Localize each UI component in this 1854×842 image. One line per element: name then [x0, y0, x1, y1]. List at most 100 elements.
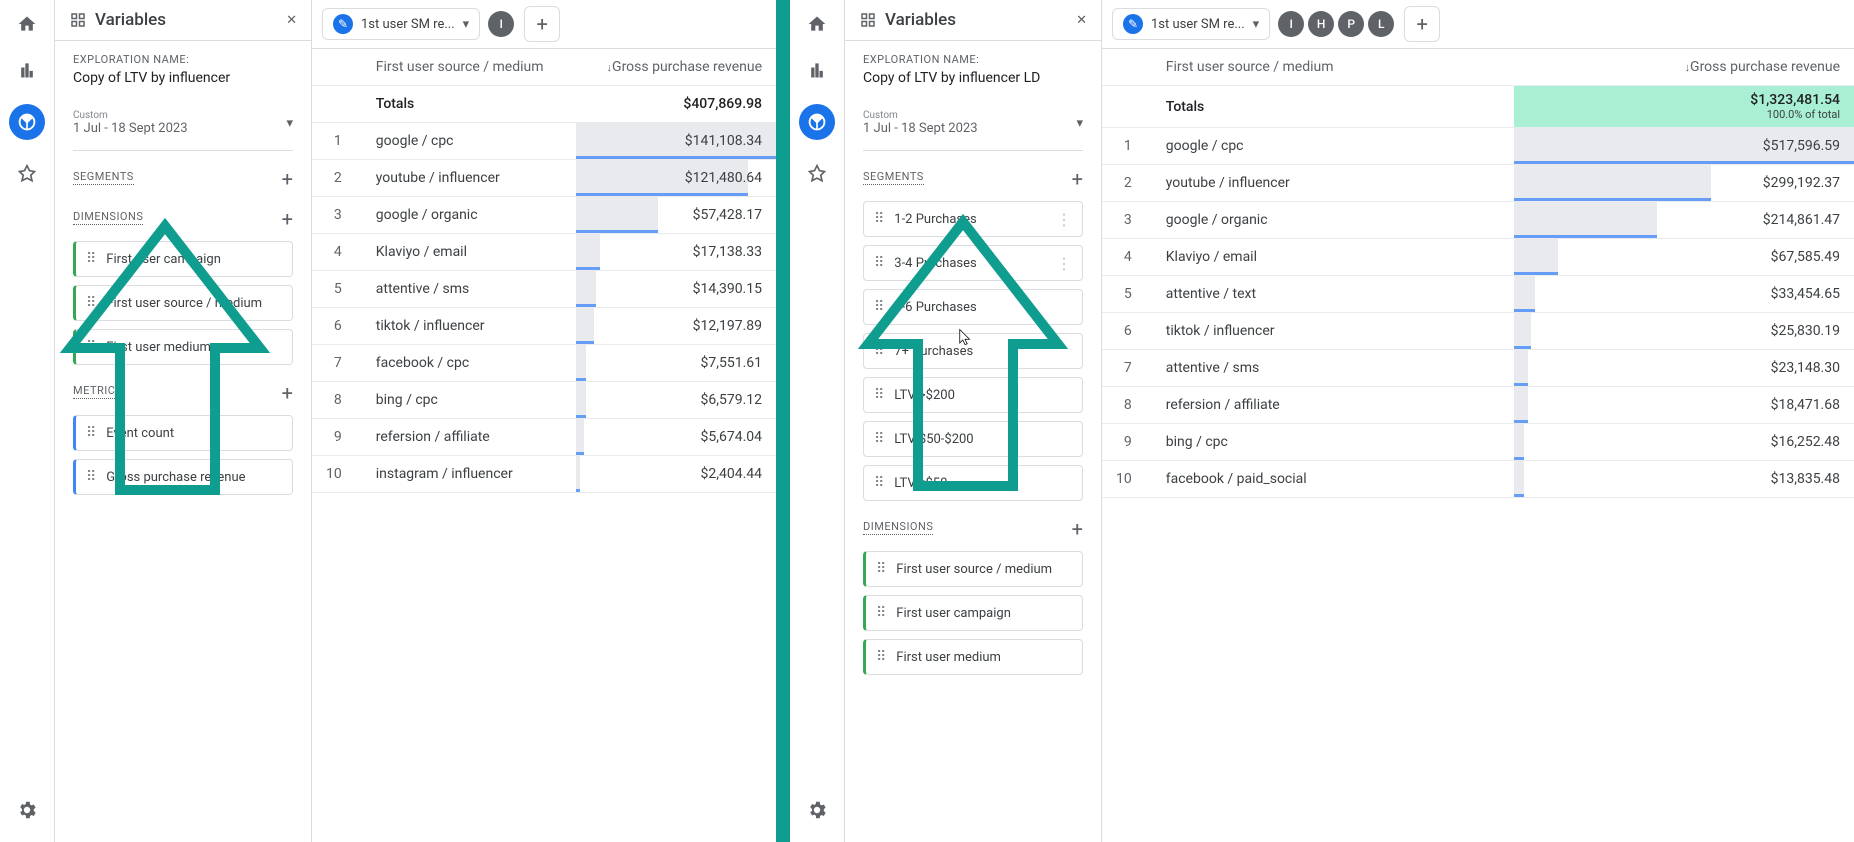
seg-chip[interactable]: ⠿1-2 Purchases⋮ [863, 201, 1083, 237]
user-avatar[interactable]: P [1338, 11, 1364, 37]
explore-icon[interactable] [799, 104, 835, 140]
chip-label: LTV <$50 [894, 476, 947, 491]
user-avatar[interactable]: H [1308, 11, 1334, 37]
date-type: Custom [73, 110, 188, 121]
more-icon[interactable]: ⋮ [1056, 254, 1072, 273]
user-avatar[interactable]: L [1368, 11, 1394, 37]
table-row[interactable]: 6tiktok / influencer$12,197.89 [312, 308, 776, 345]
home-icon[interactable] [15, 12, 39, 36]
seg-chip[interactable]: ⠿LTV >$200 [863, 377, 1083, 413]
row-revenue: $5,674.04 [576, 419, 776, 456]
table-row[interactable]: 10instagram / influencer$2,404.44 [312, 456, 776, 493]
seg-chip[interactable]: ⠿3-4 Purchases⋮ [863, 245, 1083, 281]
row-dimension: facebook / paid_social [1152, 461, 1515, 498]
exploration-name[interactable]: Copy of LTV by influencer LD [863, 70, 1083, 86]
dim-chip[interactable]: ⠿First user source / medium [73, 285, 293, 321]
table-row[interactable]: 3google / organic$57,428.17 [312, 197, 776, 234]
table-row[interactable]: 8refersion / affiliate$18,471.68 [1102, 387, 1854, 424]
row-revenue: $23,148.30 [1514, 350, 1854, 387]
row-revenue: $7,551.61 [576, 345, 776, 382]
home-icon[interactable] [805, 12, 829, 36]
date-range-selector[interactable]: Custom 1 Jul - 18 Sept 2023 ▾ [863, 104, 1083, 151]
met-chip[interactable]: ⠿Gross purchase revenue [73, 459, 293, 495]
chip-label: First user source / medium [896, 562, 1052, 577]
variables-icon [859, 11, 877, 29]
table-row[interactable]: 6tiktok / influencer$25,830.19 [1102, 313, 1854, 350]
chip-label: First user campaign [106, 252, 221, 267]
table-row[interactable]: 5attentive / text$33,454.65 [1102, 276, 1854, 313]
table-row[interactable]: 2youtube / influencer$121,480.64 [312, 160, 776, 197]
column-dimension[interactable]: First user source / medium [1152, 49, 1515, 86]
add-segment-button[interactable]: + [1072, 167, 1083, 191]
dim-chip[interactable]: ⠿First user campaign [863, 595, 1083, 631]
tab-name: 1st user SM re... [361, 17, 455, 32]
table-row[interactable]: 9refersion / affiliate$5,674.04 [312, 419, 776, 456]
left-nav-rail-right [790, 0, 844, 842]
dim-chip[interactable]: ⠿First user medium [73, 329, 293, 365]
add-metric-button[interactable]: + [282, 381, 293, 405]
tab-1st-user-sm[interactable]: ✎ 1st user SM re... ▾ [1112, 8, 1270, 40]
reports-icon[interactable] [15, 58, 39, 82]
table-row[interactable]: 4Klaviyo / email$17,138.33 [312, 234, 776, 271]
dim-chip[interactable]: ⠿ First user source / medium [863, 551, 1083, 587]
add-dimension-button[interactable]: + [282, 207, 293, 231]
table-row[interactable]: 8bing / cpc$6,579.12 [312, 382, 776, 419]
table-row[interactable]: 3google / organic$214,861.47 [1102, 202, 1854, 239]
chip-label: LTV $50-$200 [894, 432, 973, 447]
table-row[interactable]: 1google / cpc$517,596.59 [1102, 128, 1854, 165]
advertising-icon[interactable] [15, 162, 39, 186]
drag-handle-icon: ⠿ [876, 562, 886, 576]
seg-chip[interactable]: ⠿5-6 Purchases [863, 289, 1083, 325]
table-row[interactable]: 2youtube / influencer$299,192.37 [1102, 165, 1854, 202]
user-avatar[interactable]: I [488, 11, 514, 37]
table-row[interactable]: 9bing / cpc$16,252.48 [1102, 424, 1854, 461]
explore-icon[interactable] [9, 104, 45, 140]
met-chip[interactable]: ⠿Event count [73, 415, 293, 451]
chip-label: 5-6 Purchases [894, 300, 976, 315]
row-revenue: $67,585.49 [1514, 239, 1854, 276]
chevron-down-icon: ▾ [286, 116, 293, 131]
reports-icon[interactable] [805, 58, 829, 82]
date-type: Custom [863, 110, 978, 121]
row-revenue: $517,596.59 [1514, 128, 1854, 165]
table-row[interactable]: 4Klaviyo / email$67,585.49 [1102, 239, 1854, 276]
row-index: 2 [1102, 165, 1152, 202]
add-dimension-button[interactable]: + [1072, 517, 1083, 541]
settings-icon[interactable] [805, 798, 829, 822]
seg-chip[interactable]: ⠿LTV <$50 [863, 465, 1083, 501]
advertising-icon[interactable] [805, 162, 829, 186]
dim-chip[interactable]: ⠿First user campaign [73, 241, 293, 277]
column-revenue[interactable]: ↓Gross purchase revenue [576, 49, 776, 86]
row-dimension: bing / cpc [1152, 424, 1515, 461]
column-revenue[interactable]: ↓Gross purchase revenue [1514, 49, 1854, 86]
add-tab-button[interactable]: + [1404, 6, 1440, 42]
row-dimension: youtube / influencer [1152, 165, 1515, 202]
report-table-right: First user source / medium ↓Gross purcha… [1102, 49, 1854, 498]
add-segment-button[interactable]: + [282, 167, 293, 191]
canvas-left: ✎ 1st user SM re... ▾ I + First user sou… [312, 0, 776, 842]
add-tab-button[interactable]: + [524, 6, 560, 42]
row-dimension: youtube / influencer [362, 160, 576, 197]
table-row[interactable]: 7facebook / cpc$7,551.61 [312, 345, 776, 382]
row-index: 6 [1102, 313, 1152, 350]
close-icon[interactable]: ✕ [286, 13, 297, 28]
seg-chip[interactable]: ⠿LTV $50-$200 [863, 421, 1083, 457]
date-range-selector[interactable]: Custom 1 Jul - 18 Sept 2023 ▾ [73, 104, 293, 151]
exploration-name[interactable]: Copy of LTV by influencer [73, 70, 293, 86]
dimensions-label: DIMENSIONS [863, 520, 933, 535]
table-row[interactable]: 7attentive / sms$23,148.30 [1102, 350, 1854, 387]
tab-1st-user-sm[interactable]: ✎ 1st user SM re... ▾ [322, 8, 480, 40]
settings-icon[interactable] [15, 798, 39, 822]
column-dimension[interactable]: First user source / medium [362, 49, 576, 86]
dim-chip[interactable]: ⠿First user medium [863, 639, 1083, 675]
drag-handle-icon: ⠿ [86, 470, 96, 484]
table-row[interactable]: 1google / cpc$141,108.34 [312, 123, 776, 160]
more-icon[interactable]: ⋮ [1056, 210, 1072, 229]
tab-name: 1st user SM re... [1151, 17, 1245, 32]
close-icon[interactable]: ✕ [1076, 13, 1087, 28]
table-row[interactable]: 5attentive / sms$14,390.15 [312, 271, 776, 308]
user-avatar[interactable]: I [1278, 11, 1304, 37]
table-row[interactable]: 10facebook / paid_social$13,835.48 [1102, 461, 1854, 498]
row-dimension: google / organic [362, 197, 576, 234]
totals-revenue: $407,869.98 [576, 86, 776, 123]
